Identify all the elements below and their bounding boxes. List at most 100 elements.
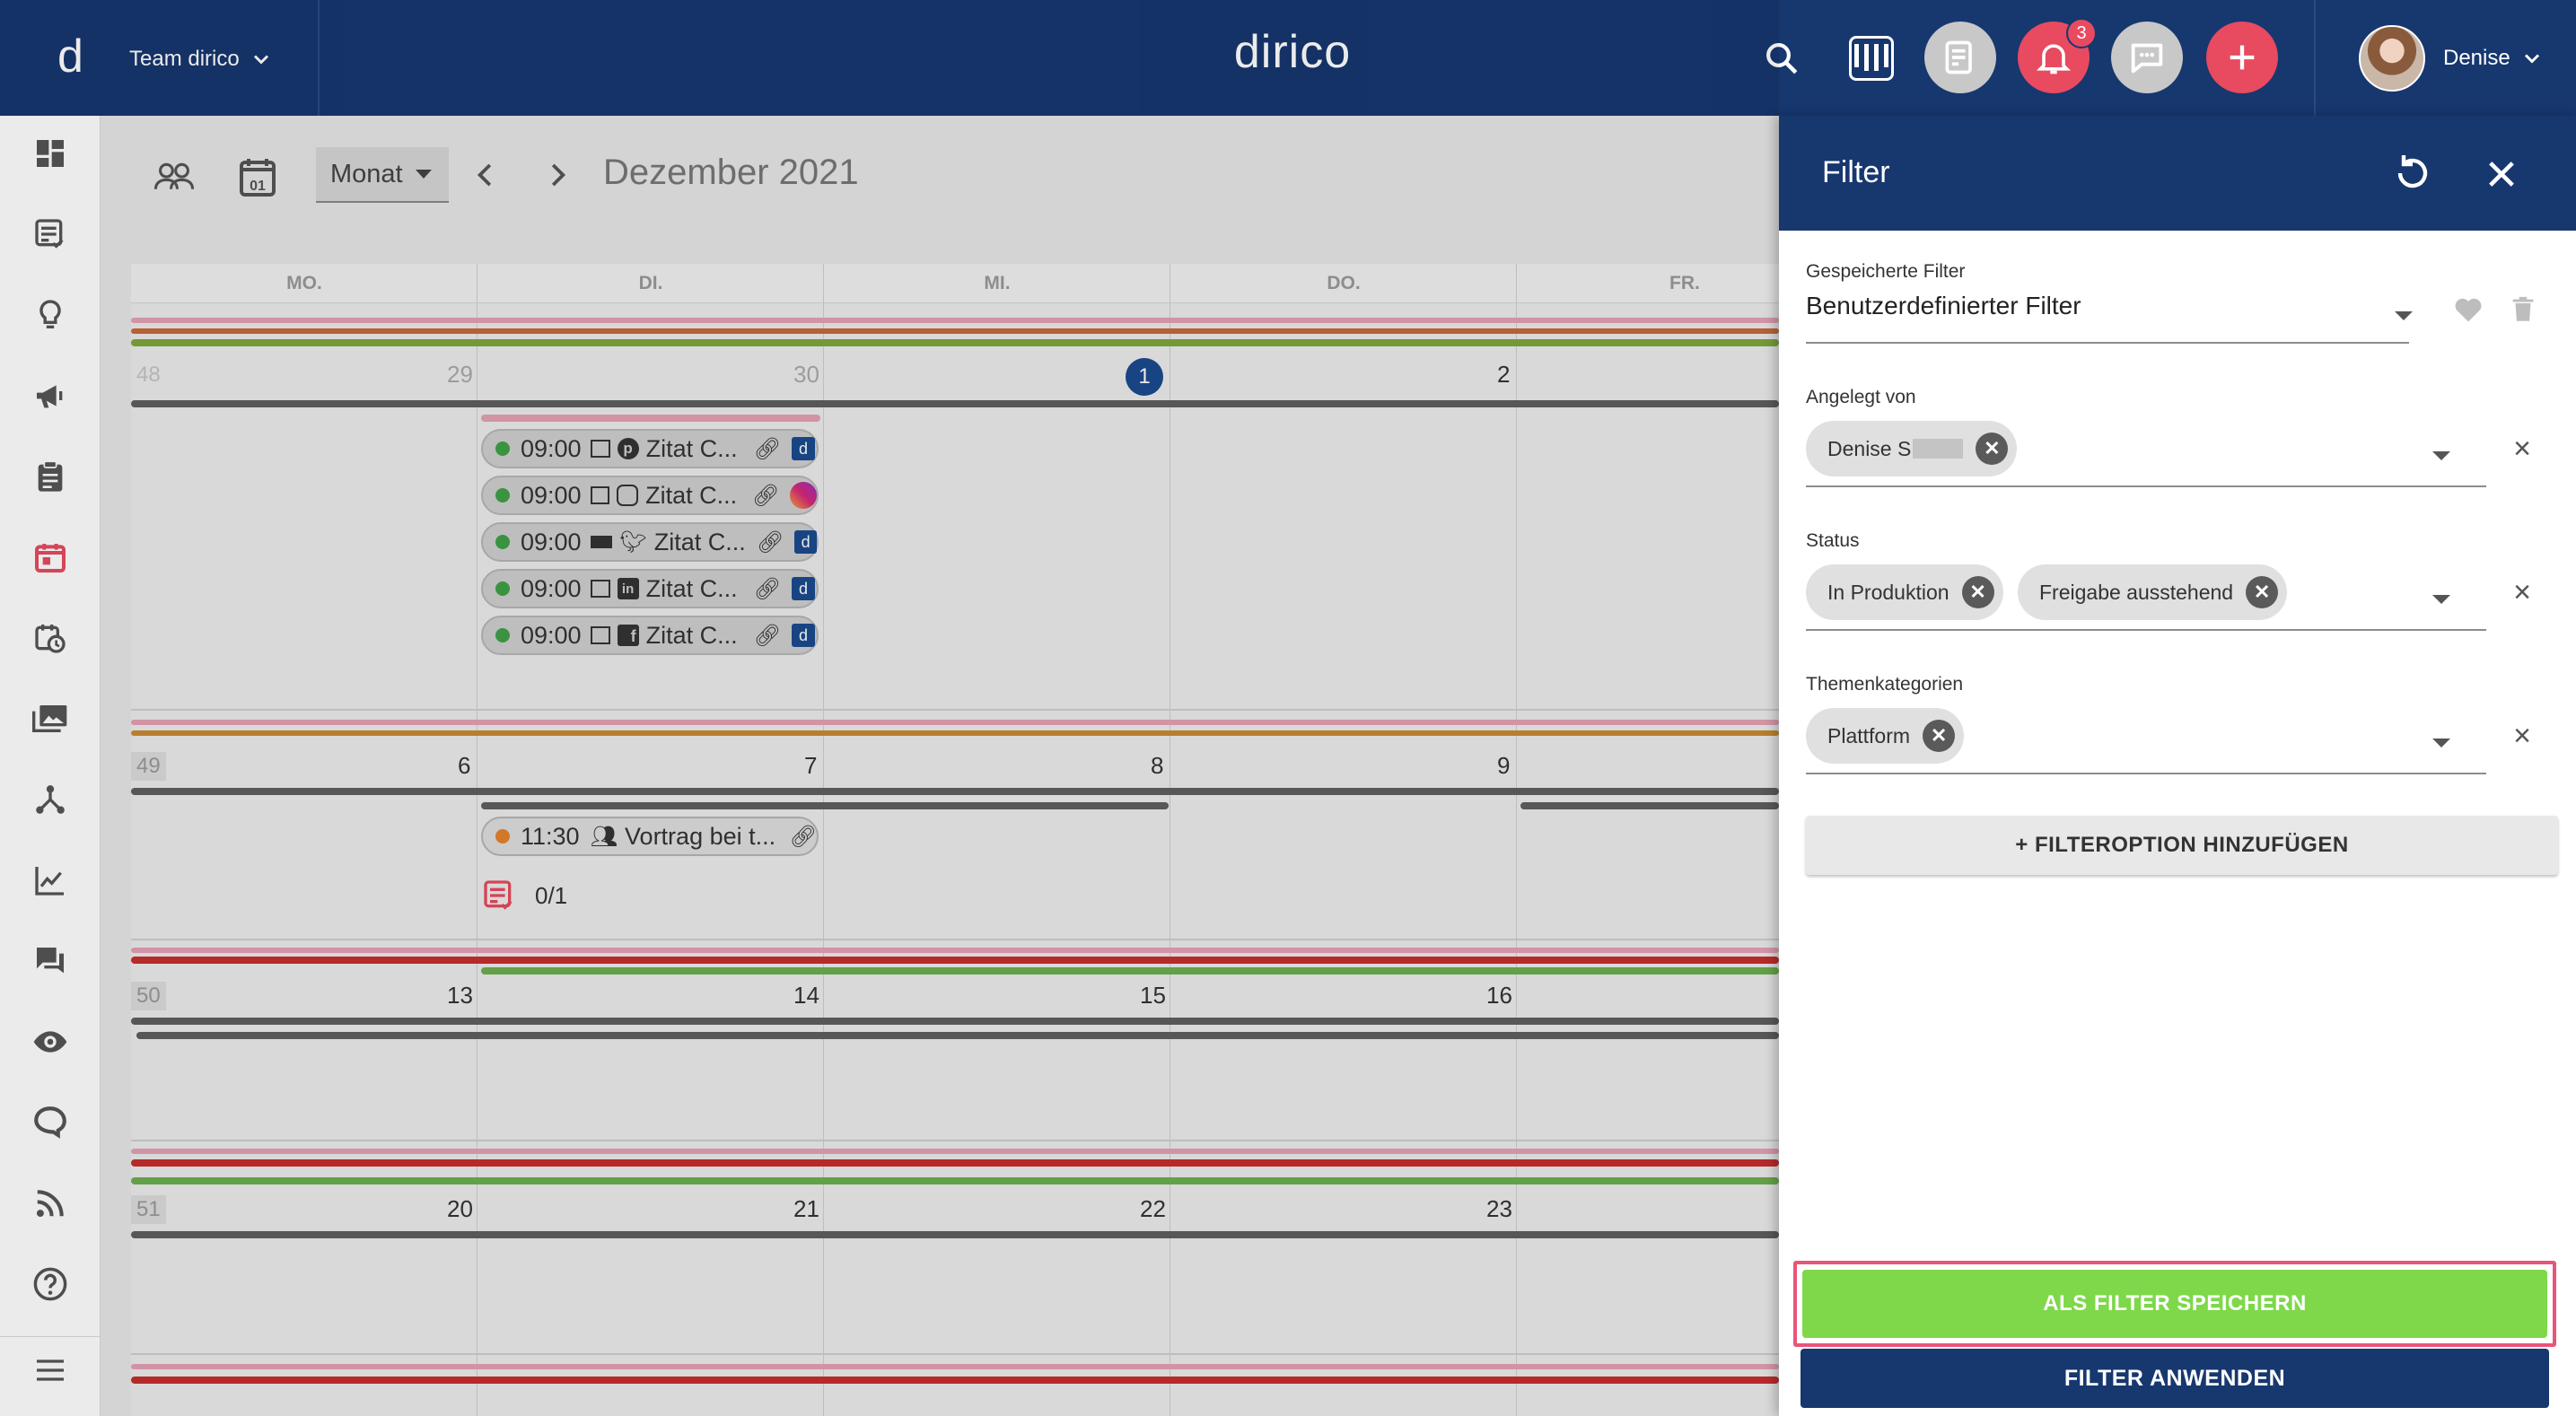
link-icon: 🔗︎ (753, 623, 782, 648)
day-number[interactable]: 7 (804, 752, 817, 780)
calendar-event[interactable]: 09:00 f Zitat C... 🔗︎ d (481, 616, 819, 655)
day-number[interactable]: 9 (1497, 752, 1510, 780)
today-button[interactable]: 01 (235, 153, 280, 201)
reset-icon[interactable] (2391, 152, 2434, 195)
day-number[interactable]: 15 (1140, 982, 1166, 1010)
campaign-bar[interactable] (481, 802, 1169, 809)
day-number[interactable]: 21 (793, 1195, 819, 1223)
link-icon: 🔗︎ (789, 824, 817, 849)
campaign-bar[interactable] (131, 1377, 1779, 1384)
campaign-bar[interactable] (131, 957, 1779, 964)
campaign-bar[interactable] (131, 400, 1779, 407)
day-number[interactable]: 14 (793, 982, 819, 1010)
sidebar-item-workflows[interactable] (27, 776, 74, 823)
campaign-bar[interactable] (131, 1018, 1779, 1025)
eye-icon (33, 1031, 67, 1053)
sidebar-item-schedule[interactable] (27, 615, 74, 661)
calendar-event[interactable]: 09:00 🐦︎ Zitat C... 🔗︎ d (481, 522, 819, 562)
day-number[interactable]: 13 (447, 982, 473, 1010)
view-mode-select[interactable]: Monat (316, 147, 449, 203)
tasks-button[interactable] (1924, 22, 1996, 93)
caret-down-icon[interactable] (2432, 451, 2450, 460)
day-number[interactable]: 6 (458, 752, 470, 780)
people-filter-button[interactable] (149, 154, 199, 199)
campaign-bar[interactable] (481, 967, 1779, 975)
topic-chip[interactable]: Plattform ✕ (1806, 708, 1965, 764)
team-switcher[interactable]: Team dirico (129, 45, 274, 74)
status-chip[interactable]: Freigabe ausstehend ✕ (2018, 564, 2288, 620)
day-number[interactable]: 30 (793, 361, 819, 389)
campaign-bar[interactable] (131, 1149, 1779, 1154)
campaign-bar[interactable] (131, 948, 1779, 953)
apply-filter-button[interactable]: FILTER ANWENDEN (1801, 1349, 2549, 1408)
user-menu[interactable]: Denise (2359, 25, 2545, 92)
sidebar-item-ideas[interactable] (27, 292, 74, 338)
caret-down-icon[interactable] (2395, 311, 2413, 320)
sidebar-item-tasks[interactable] (27, 211, 74, 258)
search-icon[interactable] (1763, 39, 1801, 77)
logo[interactable]: d (57, 33, 97, 83)
day-number[interactable]: 22 (1140, 1195, 1166, 1223)
clear-status-button[interactable]: × (2504, 575, 2540, 610)
previous-month-button[interactable] (469, 158, 503, 192)
calendar-event[interactable]: 11:30 👥︎ Vortrag bei t... 🔗︎ (481, 817, 819, 856)
sidebar-item-dashboard[interactable] (27, 130, 74, 177)
campaign-bar[interactable] (1520, 802, 1779, 809)
task-counter[interactable]: 0/1 (481, 878, 567, 913)
day-number[interactable]: 8 (1151, 752, 1163, 780)
caret-down-icon[interactable] (2432, 739, 2450, 747)
clear-topics-button[interactable]: × (2504, 719, 2540, 754)
remove-chip-icon[interactable]: ✕ (1923, 720, 1956, 752)
campaign-bar[interactable] (131, 1177, 1779, 1184)
sidebar-item-campaigns[interactable] (27, 372, 74, 419)
status-chip[interactable]: In Produktion ✕ (1806, 564, 2003, 620)
day-number[interactable]: 16 (1486, 982, 1512, 1010)
menu-toggle[interactable] (27, 1347, 74, 1394)
day-number[interactable]: 20 (447, 1195, 473, 1223)
sidebar-item-monitoring[interactable] (27, 1018, 74, 1065)
remove-chip-icon[interactable]: ✕ (1961, 576, 1994, 608)
sidebar-item-calendar[interactable] (27, 534, 74, 581)
sidebar-item-media[interactable] (27, 695, 74, 742)
campaign-bar[interactable] (131, 1159, 1779, 1167)
saved-filter-select[interactable]: Benutzerdefinierter Filter (1806, 292, 2425, 337)
trash-icon[interactable] (2508, 293, 2538, 326)
close-icon[interactable] (2483, 155, 2520, 193)
next-month-button[interactable] (540, 158, 574, 192)
campaign-bar[interactable] (131, 788, 1779, 795)
campaign-bar[interactable] (131, 1364, 1779, 1369)
create-button[interactable] (2206, 22, 2278, 93)
calendar-event[interactable]: 09:00 in Zitat C... 🔗︎ d (481, 569, 819, 608)
campaign-bar[interactable] (481, 415, 820, 422)
sidebar-item-help[interactable] (27, 1261, 74, 1307)
created-by-chip[interactable]: Denise S ✕ (1806, 421, 2018, 476)
campaign-bar[interactable] (131, 1231, 1779, 1238)
sidebar-item-messages[interactable] (27, 938, 74, 984)
campaign-bar[interactable] (131, 328, 1779, 334)
campaign-bar[interactable] (131, 339, 1779, 346)
sidebar-item-analytics[interactable] (27, 857, 74, 904)
remove-chip-icon[interactable]: ✕ (1976, 433, 2009, 465)
sidebar-item-feeds[interactable] (27, 1180, 74, 1227)
calendar-event[interactable]: 09:00 p Zitat C... 🔗︎ d (481, 429, 819, 468)
heart-icon[interactable] (2452, 293, 2484, 326)
kanban-icon[interactable] (1849, 36, 1894, 81)
remove-chip-icon[interactable]: ✕ (2246, 576, 2279, 608)
today-marker[interactable]: 1 (1126, 358, 1163, 396)
caret-down-icon[interactable] (2432, 595, 2450, 604)
sidebar-item-brand[interactable] (27, 1099, 74, 1146)
add-filter-option-button[interactable]: + FILTEROPTION HINZUFÜGEN (1806, 816, 2558, 875)
chat-button[interactable] (2111, 22, 2183, 93)
day-number[interactable]: 2 (1497, 361, 1510, 389)
day-number[interactable]: 23 (1486, 1195, 1512, 1223)
clear-created-by-button[interactable]: × (2504, 432, 2540, 467)
chip-label: In Produktion (1827, 580, 1950, 604)
save-as-filter-button[interactable]: ALS FILTER SPEICHERN (1802, 1270, 2547, 1338)
sidebar-item-briefings[interactable] (27, 453, 74, 500)
day-number[interactable]: 29 (447, 361, 473, 389)
campaign-bar[interactable] (136, 1032, 1779, 1039)
campaign-bar[interactable] (131, 720, 1779, 725)
campaign-bar[interactable] (131, 318, 1779, 323)
calendar-event[interactable]: 09:00 Zitat C... 🔗︎ (481, 476, 819, 515)
campaign-bar[interactable] (131, 730, 1779, 736)
